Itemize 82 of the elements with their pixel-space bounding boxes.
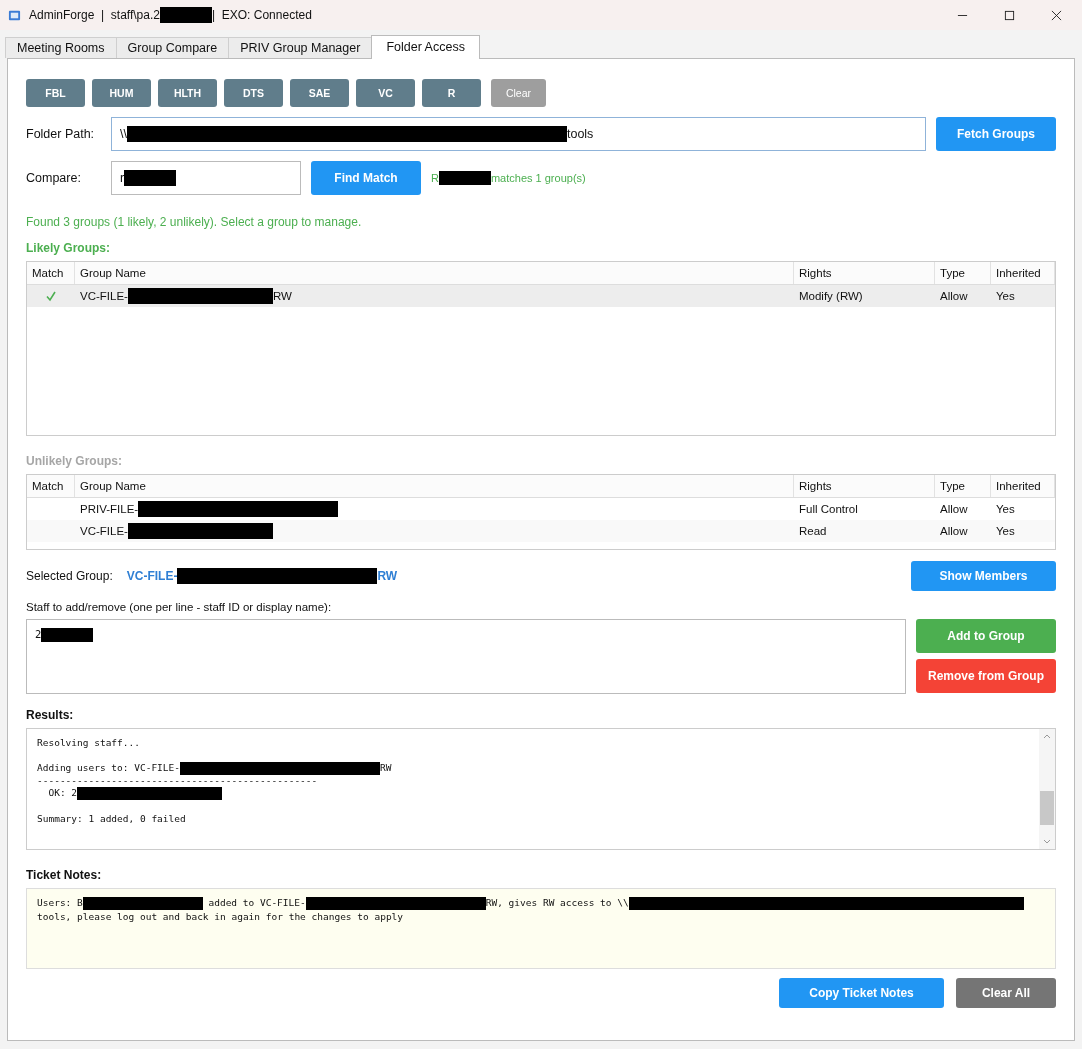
field-label: Selected Group: bbox=[26, 569, 113, 583]
column-header: Rights bbox=[794, 262, 935, 284]
footer-button[interactable]: Copy Ticket Notes bbox=[779, 978, 944, 1008]
find-match-button[interactable]: Find Match bbox=[311, 161, 421, 195]
tab[interactable]: Meeting Rooms bbox=[5, 37, 117, 58]
preset-button[interactable]: FBL bbox=[26, 79, 85, 107]
section-heading: Ticket Notes: bbox=[26, 868, 103, 882]
field-value: \\ bbox=[120, 127, 127, 141]
notes-text: RW, gives RW access to \\ bbox=[485, 897, 629, 908]
table-cell-text: Yes bbox=[995, 524, 1016, 539]
add-to-group-button[interactable]: Add to Group bbox=[916, 619, 1056, 653]
log-line: Resolving staff... bbox=[37, 737, 140, 749]
window-title: | EXO: Connected bbox=[211, 8, 312, 22]
group-name: VC-FILE- bbox=[80, 290, 128, 302]
close-icon[interactable] bbox=[1051, 9, 1062, 21]
table-row[interactable]: VC-FILE- Read Allow Yes bbox=[27, 520, 1055, 542]
column-header: Rights bbox=[794, 475, 935, 497]
preset-button[interactable]: Clear bbox=[491, 79, 546, 107]
table-cell-text: Allow bbox=[939, 524, 969, 539]
field-value: 2 bbox=[35, 628, 42, 642]
tab[interactable]: Folder Access bbox=[371, 35, 480, 59]
column-header: Match bbox=[27, 475, 75, 497]
table-cell-text: Yes bbox=[995, 502, 1016, 517]
column-header: Match bbox=[27, 262, 75, 284]
preset-button[interactable]: DTS bbox=[224, 79, 283, 107]
scrollbar[interactable] bbox=[1039, 729, 1055, 849]
selected-group-name: RW bbox=[377, 569, 398, 583]
column-header: Type bbox=[935, 475, 991, 497]
log-line: Adding users to: VC-FILE- bbox=[37, 762, 180, 775]
log-line: RW bbox=[380, 762, 392, 775]
preset-button[interactable]: R bbox=[422, 79, 481, 107]
table-cell-text: Allow bbox=[939, 502, 969, 517]
ticket-notes-box[interactable]: Users: B added to VC-FILE- RW, gives RW access to \\ tools, please log out and back in again for the changes to apply bbox=[26, 888, 1056, 969]
group-name: PRIV-FILE- bbox=[80, 503, 139, 515]
group-name: VC-FILE- bbox=[80, 525, 128, 537]
status-message: Found 3 groups (1 likely, 2 unlikely). Select a group to manage. bbox=[26, 215, 363, 229]
field-label: Staff to add/remove (one per line - staff ID or display name): bbox=[26, 601, 333, 613]
column-header: Inherited bbox=[991, 262, 1055, 284]
preset-button[interactable]: VC bbox=[356, 79, 415, 107]
field-value: tools bbox=[566, 127, 594, 141]
table-cell-text: Modify (RW) bbox=[798, 289, 864, 304]
notes-text: Users: B bbox=[37, 897, 83, 908]
table-cell-text: Read bbox=[798, 524, 828, 539]
notes-text: tools, please log out and back in again for the changes to apply bbox=[37, 910, 404, 922]
table-cell-text: Full Control bbox=[798, 502, 859, 517]
column-header: Group Name bbox=[75, 475, 794, 497]
preset-button[interactable]: HUM bbox=[92, 79, 151, 107]
match-result: R bbox=[431, 172, 439, 184]
log-line: Summary: 1 added, 0 failed bbox=[37, 812, 186, 825]
footer-button[interactable]: Clear All bbox=[956, 978, 1056, 1008]
compare-field[interactable]: r bbox=[111, 161, 301, 195]
show-members-button[interactable]: Show Members bbox=[911, 561, 1056, 591]
fetch-groups-button[interactable]: Fetch Groups bbox=[936, 117, 1056, 151]
staff-input-field[interactable]: 2 bbox=[26, 619, 906, 694]
notes-text: added to VC-FILE- bbox=[207, 897, 306, 908]
group-name: RW bbox=[272, 290, 292, 302]
selected-group-name: VC-FILE- bbox=[126, 569, 178, 583]
field-label: Folder Path: bbox=[26, 127, 96, 141]
table-cell-text: Allow bbox=[939, 289, 969, 304]
column-header: Inherited bbox=[991, 475, 1055, 497]
remove-from-group-button[interactable]: Remove from Group bbox=[916, 659, 1056, 693]
section-heading: Unlikely Groups: bbox=[26, 454, 124, 468]
match-result: matches 1 group(s) bbox=[490, 172, 586, 184]
section-heading: Results: bbox=[26, 708, 75, 722]
table-cell-text: Yes bbox=[995, 289, 1016, 304]
column-header: Group Name bbox=[75, 262, 794, 284]
table-row[interactable]: PRIV-FILE- Full Control Allow Yes bbox=[27, 498, 1055, 520]
window-title: AdminForge | staff\pa.2 bbox=[29, 8, 160, 22]
app-icon bbox=[8, 8, 21, 22]
tab[interactable]: Group Compare bbox=[115, 37, 230, 58]
maximize-icon[interactable] bbox=[1004, 9, 1015, 21]
column-header: Type bbox=[935, 262, 991, 284]
preset-button[interactable]: HLTH bbox=[158, 79, 217, 107]
tab[interactable]: PRIV Group Manager bbox=[228, 37, 373, 58]
log-line: ------------------------------------------------- bbox=[37, 774, 318, 787]
folder-path-field[interactable]: \\ tools bbox=[111, 117, 926, 151]
table-row[interactable]: VC-FILE- RW Modify (RW) Allow Yes bbox=[27, 285, 1055, 307]
preset-button[interactable]: SAE bbox=[290, 79, 349, 107]
field-value: r bbox=[120, 171, 125, 185]
section-heading: Likely Groups: bbox=[26, 241, 112, 255]
field-label: Compare: bbox=[26, 171, 82, 185]
log-line: OK: 2 bbox=[47, 786, 78, 800]
